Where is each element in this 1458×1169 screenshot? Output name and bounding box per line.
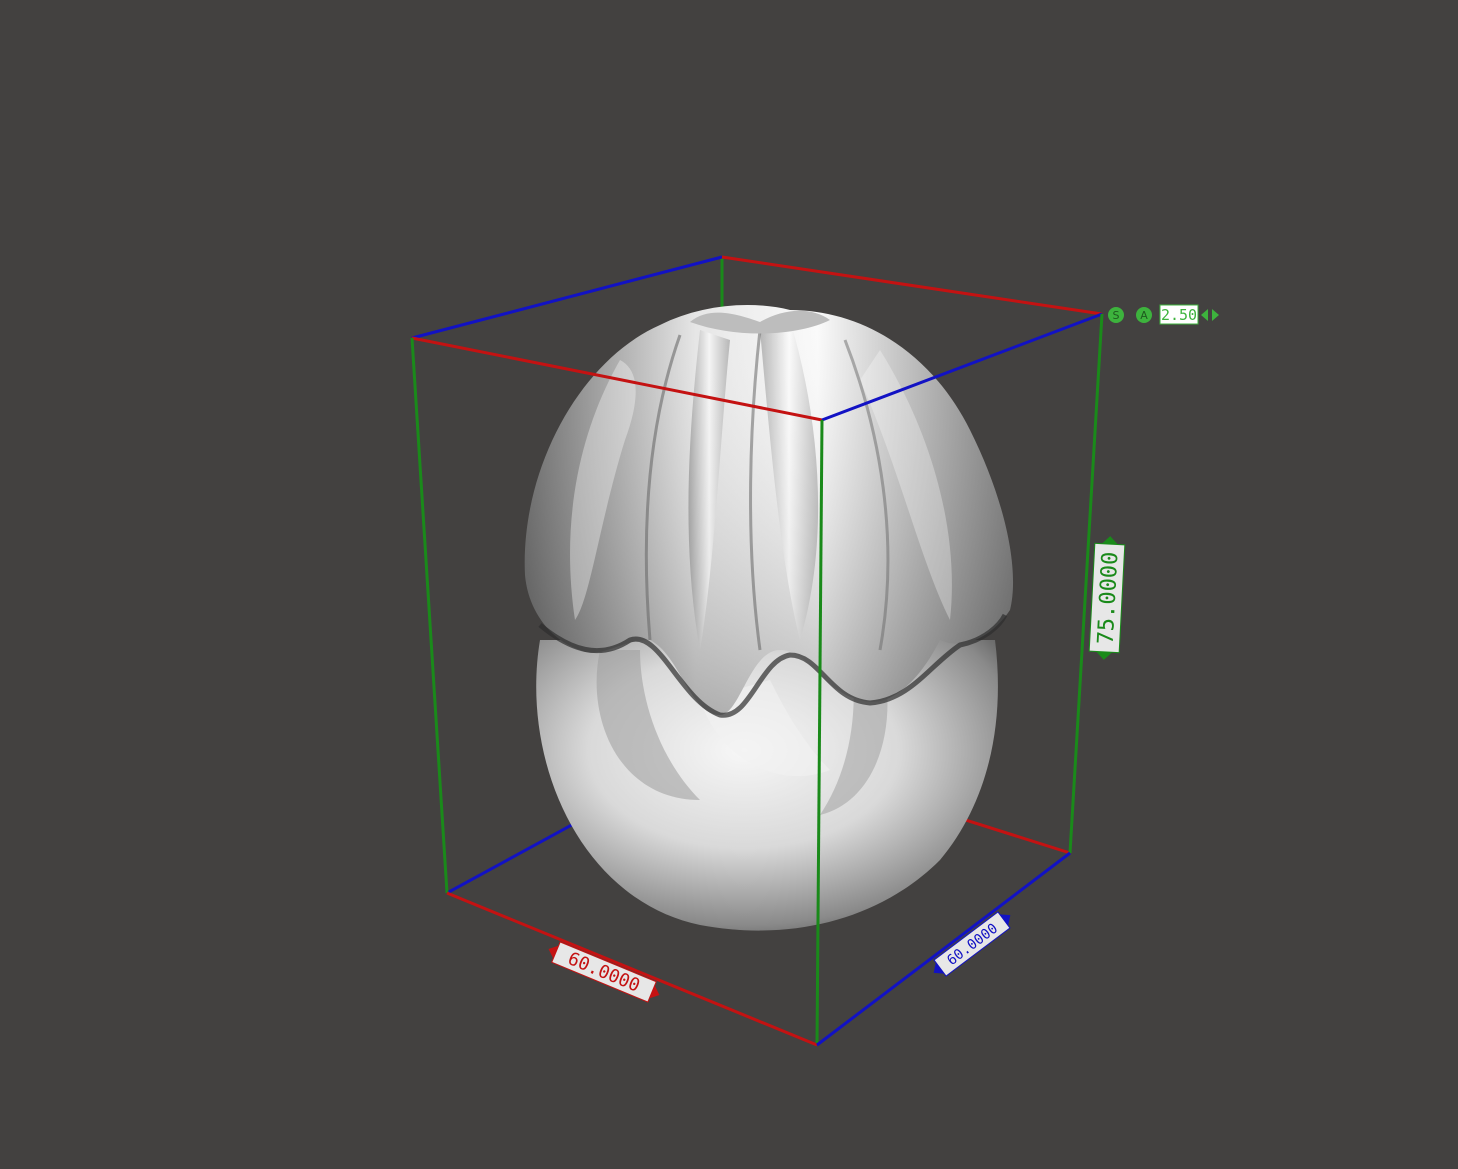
scale-a-label: A	[1140, 309, 1148, 322]
3d-viewport[interactable]: 60.0000 60.0000 75.0000 S A 2.50	[0, 0, 1458, 1169]
scale-decrease-arrow-icon[interactable]	[1201, 309, 1208, 321]
fluted-egg-mesh[interactable]	[524, 305, 1014, 931]
x-dimension-label[interactable]: 60.0000	[544, 939, 663, 1005]
y-dimension-down-arrow[interactable]	[1096, 651, 1113, 661]
scale-value: 2.50	[1161, 306, 1197, 324]
scale-s-label: S	[1113, 309, 1120, 322]
scale-widget[interactable]: S A 2.50	[1108, 304, 1219, 325]
y-dimension-value: 75.0000	[1094, 551, 1124, 645]
scale-increase-arrow-icon[interactable]	[1212, 309, 1219, 321]
y-dimension-up-arrow[interactable]	[1101, 536, 1118, 545]
y-dimension-label[interactable]: 75.0000	[1088, 535, 1126, 661]
x-dimension-value: 60.0000	[565, 948, 643, 996]
z-dimension-label[interactable]: 60.0000	[928, 907, 1017, 981]
